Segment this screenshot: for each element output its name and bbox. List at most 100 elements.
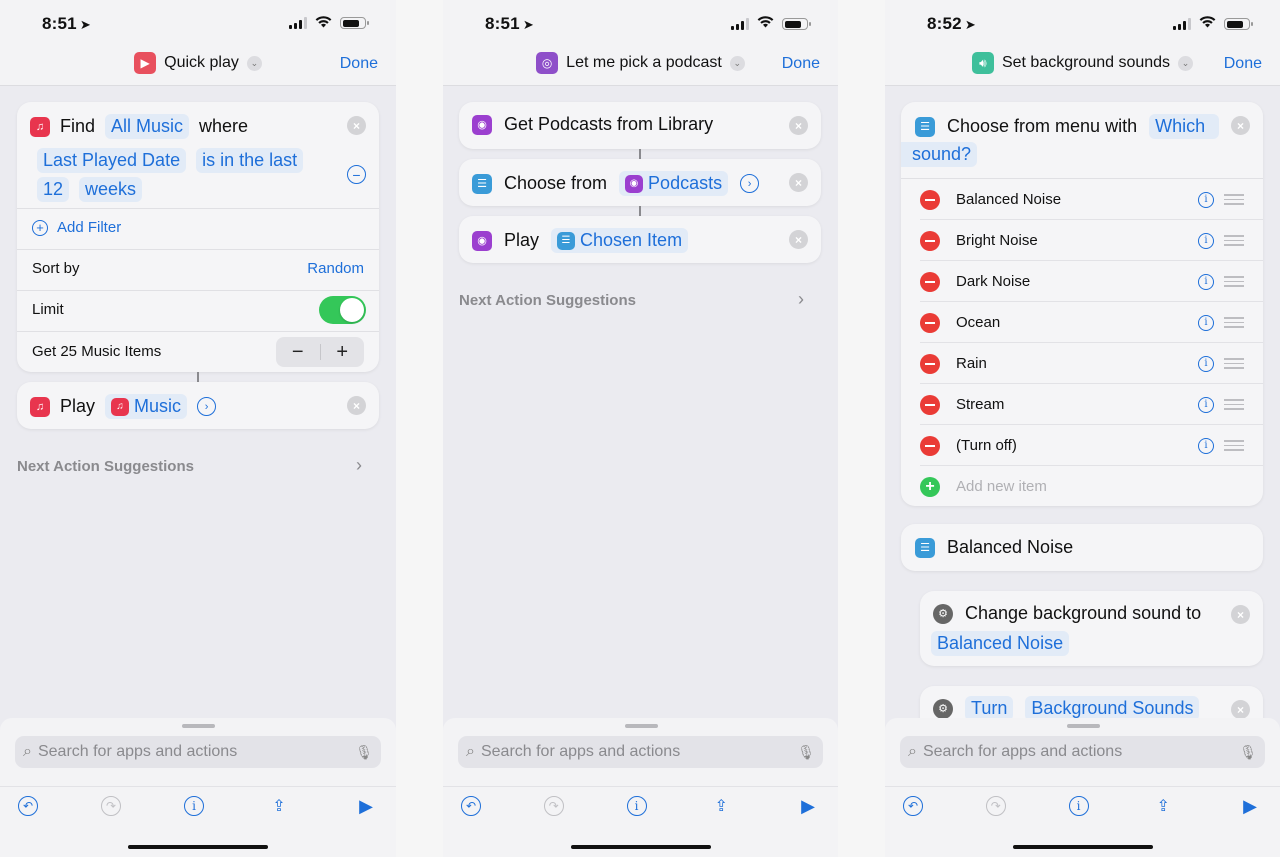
sound-value-token[interactable]: Balanced Noise bbox=[931, 631, 1070, 656]
menu-item-label[interactable]: (Turn off) bbox=[956, 437, 1017, 454]
share-button[interactable]: ⇪ bbox=[709, 794, 733, 818]
remove-action-button[interactable]: × bbox=[789, 173, 808, 192]
remove-action-button[interactable]: × bbox=[347, 116, 366, 135]
menu-item-label[interactable]: Balanced Noise bbox=[956, 191, 1061, 208]
menu-item[interactable]: Balanced Noise i bbox=[901, 179, 1263, 220]
filter-value-token[interactable]: 12 bbox=[37, 177, 70, 202]
done-button[interactable]: Done bbox=[1224, 55, 1262, 73]
info-button[interactable]: i bbox=[184, 796, 204, 816]
drawer-grabber[interactable] bbox=[182, 724, 215, 728]
remove-action-button[interactable]: × bbox=[789, 230, 808, 249]
remove-action-button[interactable]: × bbox=[347, 396, 366, 415]
chosen-item-variable-token[interactable]: ☰ Chosen Item bbox=[551, 228, 689, 253]
reorder-handle-icon[interactable] bbox=[1224, 314, 1244, 331]
menu-item[interactable]: Rain i bbox=[901, 343, 1263, 384]
menu-item-label[interactable]: Rain bbox=[956, 355, 987, 372]
done-button[interactable]: Done bbox=[340, 55, 378, 73]
reorder-handle-icon[interactable] bbox=[1224, 232, 1244, 249]
delete-item-button[interactable] bbox=[920, 435, 940, 456]
share-button[interactable]: ⇪ bbox=[1151, 794, 1175, 818]
run-button[interactable]: ▶ bbox=[796, 794, 820, 818]
reorder-handle-icon[interactable] bbox=[1224, 355, 1244, 372]
music-variable-token[interactable]: ♫ Music bbox=[105, 394, 188, 419]
reorder-handle-icon[interactable] bbox=[1224, 191, 1244, 208]
run-button[interactable]: ▶ bbox=[1238, 794, 1262, 818]
menu-item-label[interactable]: Ocean bbox=[956, 314, 1000, 331]
run-button[interactable]: ▶ bbox=[354, 794, 378, 818]
chevron-right-icon[interactable]: › bbox=[356, 455, 362, 476]
reorder-handle-icon[interactable] bbox=[1224, 273, 1244, 290]
microphone-icon[interactable]: 🎙 bbox=[1239, 744, 1257, 761]
item-count-stepper[interactable]: − + bbox=[276, 337, 364, 367]
info-button[interactable]: i bbox=[626, 796, 647, 816]
delete-item-button[interactable] bbox=[920, 189, 940, 210]
decrement-button[interactable]: − bbox=[276, 341, 320, 364]
delete-item-button[interactable] bbox=[920, 353, 940, 374]
info-icon[interactable]: i bbox=[1198, 191, 1214, 208]
done-button[interactable]: Done bbox=[782, 55, 820, 73]
source-token[interactable]: All Music bbox=[105, 114, 190, 139]
undo-button[interactable]: ↶ bbox=[903, 796, 923, 816]
menu-item[interactable]: (Turn off) i bbox=[901, 425, 1263, 466]
next-action-suggestions[interactable]: Next Action Suggestions bbox=[17, 458, 194, 475]
chevron-right-icon[interactable]: › bbox=[798, 289, 804, 310]
drawer-grabber[interactable] bbox=[1066, 724, 1100, 728]
share-button[interactable]: ⇪ bbox=[267, 794, 291, 818]
search-field[interactable]: ⌕ Search for apps and actions 🎙 bbox=[458, 736, 823, 768]
info-icon[interactable]: i bbox=[1198, 396, 1214, 413]
increment-button[interactable]: + bbox=[321, 341, 365, 364]
delete-item-button[interactable] bbox=[920, 312, 940, 333]
remove-action-button[interactable]: × bbox=[1231, 116, 1250, 135]
remove-action-button[interactable]: × bbox=[1231, 700, 1250, 719]
undo-button[interactable]: ↶ bbox=[461, 796, 481, 816]
settings-app-icon: ⚙ bbox=[933, 603, 953, 624]
info-icon[interactable]: i bbox=[1198, 437, 1214, 454]
undo-button[interactable]: ↶ bbox=[18, 796, 38, 816]
shortcut-title-menu[interactable]: ▶ Quick play ⌄ bbox=[0, 52, 396, 74]
microphone-icon[interactable]: 🎙 bbox=[797, 744, 815, 761]
info-icon[interactable]: i bbox=[1198, 355, 1214, 372]
menu-item-label[interactable]: Bright Noise bbox=[956, 232, 1038, 249]
shortcut-title-menu[interactable]: 🔊︎ Set background sounds ⌄ bbox=[885, 52, 1280, 74]
delete-item-button[interactable] bbox=[920, 271, 940, 292]
podcasts-variable-token[interactable]: ◉ Podcasts bbox=[619, 171, 729, 196]
search-field[interactable]: ⌕ Search for apps and actions 🎙 bbox=[15, 736, 381, 768]
menu-item[interactable]: Stream i bbox=[901, 384, 1263, 425]
menu-prompt-token-cont[interactable]: sound? bbox=[901, 142, 978, 167]
reorder-handle-icon[interactable] bbox=[1224, 396, 1244, 413]
menu-item[interactable]: Dark Noise i bbox=[901, 261, 1263, 302]
info-icon[interactable]: i bbox=[1198, 232, 1214, 249]
remove-filter-button[interactable]: − bbox=[347, 165, 366, 184]
delete-item-button[interactable] bbox=[920, 230, 940, 251]
menu-item-label[interactable]: Dark Noise bbox=[956, 273, 1030, 290]
delete-item-button[interactable] bbox=[920, 394, 940, 415]
filter-operator-token[interactable]: is in the last bbox=[196, 148, 304, 173]
info-button[interactable]: i bbox=[1068, 796, 1089, 816]
add-new-item-button[interactable]: + Add new item bbox=[901, 466, 1263, 507]
shortcut-title-menu[interactable]: ◎ Let me pick a podcast ⌄ bbox=[443, 52, 838, 74]
add-filter-button[interactable]: + Add Filter bbox=[32, 219, 121, 236]
menu-prompt-token[interactable]: Which bbox=[1149, 114, 1220, 139]
filter-unit-token[interactable]: weeks bbox=[79, 177, 143, 202]
limit-toggle[interactable] bbox=[319, 296, 366, 324]
menu-item[interactable]: Bright Noise i bbox=[901, 220, 1263, 261]
remove-action-button[interactable]: × bbox=[1231, 605, 1250, 624]
sort-by-row[interactable]: Sort by Random bbox=[32, 260, 364, 277]
info-icon[interactable]: i bbox=[1198, 314, 1214, 331]
remove-action-button[interactable]: × bbox=[789, 116, 808, 135]
sort-value[interactable]: Random bbox=[307, 260, 364, 277]
search-field[interactable]: ⌕ Search for apps and actions 🎙 bbox=[900, 736, 1265, 768]
menu-item-label[interactable]: Stream bbox=[956, 396, 1004, 413]
redo-button[interactable]: ↷ bbox=[101, 796, 121, 816]
filter-field-token[interactable]: Last Played Date bbox=[37, 148, 187, 173]
reorder-handle-icon[interactable] bbox=[1224, 437, 1244, 454]
microphone-icon[interactable]: 🎙 bbox=[355, 744, 373, 761]
menu-item[interactable]: Ocean i bbox=[901, 302, 1263, 343]
next-action-suggestions[interactable]: Next Action Suggestions bbox=[459, 292, 636, 309]
drawer-grabber[interactable] bbox=[624, 724, 658, 728]
info-icon[interactable]: i bbox=[1198, 273, 1214, 290]
expand-chevron-button[interactable]: › bbox=[740, 174, 760, 193]
expand-chevron-button[interactable]: › bbox=[197, 397, 217, 416]
redo-button[interactable]: ↷ bbox=[985, 796, 1006, 816]
redo-button[interactable]: ↷ bbox=[543, 796, 564, 816]
